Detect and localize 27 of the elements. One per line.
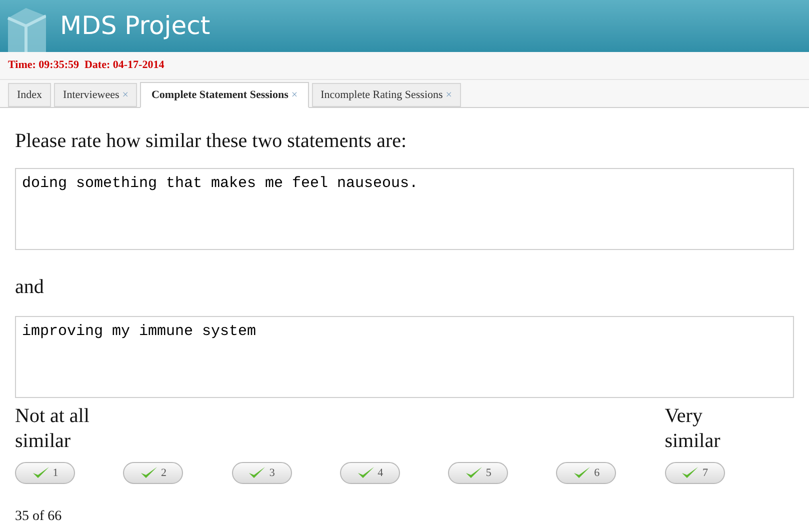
connector-text: and	[15, 275, 45, 300]
tab[interactable]: Complete Statement Sessions ×	[140, 82, 309, 108]
statement-field[interactable]: improving my immune system	[15, 316, 794, 398]
tab[interactable]: Incomplete Rating Sessions ×	[312, 83, 462, 107]
app-title: MDS Project	[60, 10, 210, 42]
rating-button[interactable]: 2	[123, 462, 184, 484]
rating-button[interactable]: 5	[448, 462, 508, 484]
tab[interactable]: Index	[8, 83, 52, 107]
scale-high-label: Very similar	[664, 404, 722, 454]
rating-button[interactable]: 1	[15, 462, 75, 484]
rating-button[interactable]: 3	[232, 462, 292, 484]
prompt-text: Please rate how similar these two statements are:	[15, 129, 408, 154]
statement-field[interactable]: doing something that makes me feel nauseous.	[15, 168, 794, 250]
checkmark-icon	[464, 466, 483, 480]
scale-low-label: Not at all similar	[15, 404, 90, 454]
checkmark-icon	[573, 466, 592, 480]
checkmark-icon	[248, 466, 266, 480]
checkmark-icon	[681, 466, 700, 480]
tab[interactable]: Interviewees ×	[54, 83, 138, 107]
progress-text: 35 of 66	[15, 508, 63, 526]
checkmark-icon	[32, 466, 50, 480]
rating-button[interactable]: 6	[556, 462, 616, 484]
time-date-text: Time: 09:35:59 Date: 04-17-2014	[8, 58, 164, 74]
checkmark-icon	[140, 466, 158, 480]
rating-button[interactable]: 4	[340, 462, 400, 484]
checkmark-icon	[356, 466, 375, 480]
rating-button[interactable]: 7	[664, 462, 725, 484]
